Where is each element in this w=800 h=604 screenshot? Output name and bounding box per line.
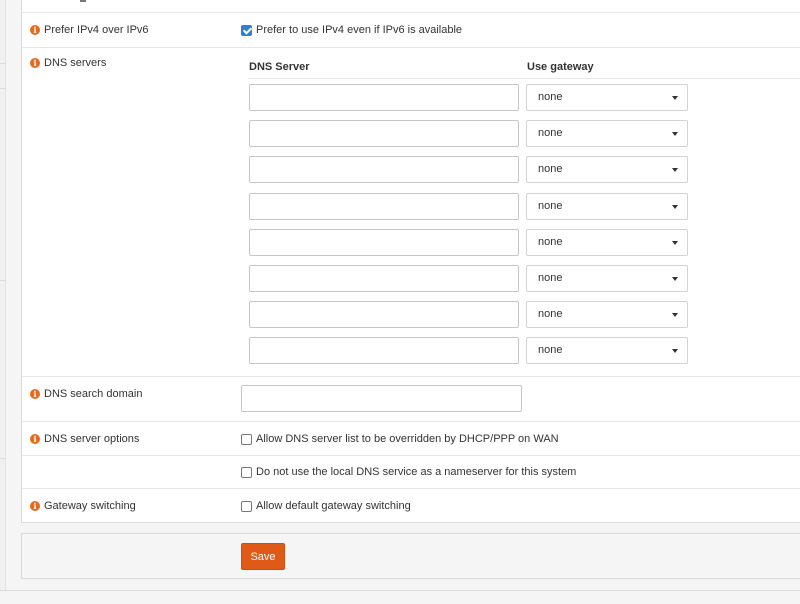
chevron-down-icon [672,205,678,209]
gateway-select-value: none [538,236,563,248]
gateway-switching-option: Allow default gateway switching [241,500,411,512]
prefer-ipv4-label: Prefer IPv4 over IPv6 [44,24,149,36]
info-icon[interactable]: i [30,434,40,444]
dns-server-input[interactable] [249,84,519,111]
left-sidebar-edge [0,0,6,590]
gateway-switching-row: i Gateway switching Allow default gatewa… [22,488,800,523]
dns-server-options-label: DNS server options [44,433,140,445]
sidebar-divider [0,63,6,64]
chevron-down-icon [672,277,678,281]
dns-server-options-label-group: i DNS server options [30,433,139,445]
gateway-switching-checkbox-label[interactable]: Allow default gateway switching [256,500,411,512]
gateway-select[interactable]: none [526,229,688,256]
dns-server-input[interactable] [249,156,519,183]
dns-local-service-checkbox[interactable] [241,466,252,478]
dns-search-domain-label-group: i DNS search domain [30,388,142,400]
gateway-switching-checkbox[interactable] [241,500,252,512]
chevron-down-icon [672,168,678,172]
dns-server-input[interactable] [249,229,519,256]
prefer-ipv4-row: i Prefer IPv4 over IPv6 Prefer to use IP… [22,12,800,47]
prefer-ipv4-checkbox[interactable] [241,24,252,36]
gateway-switching-label: Gateway switching [44,500,136,512]
prefer-ipv4-label-group: i Prefer IPv4 over IPv6 [30,24,149,36]
dns-local-service-row: Do not use the local DNS service as a na… [22,455,800,488]
gateway-select-value: none [538,163,563,175]
form-actions-bar: Save [21,533,800,579]
info-icon[interactable]: i [30,25,40,35]
gateway-select[interactable]: none [526,265,688,292]
dns-server-input[interactable] [249,193,519,220]
gateway-select-value: none [538,127,563,139]
gateway-select-value: none [538,344,563,356]
dns-table-header-divider [248,78,800,79]
gateway-select[interactable]: none [526,193,688,220]
settings-panel: i Prefer IPv4 over IPv6 Prefer to use IP… [21,0,800,523]
dns-server-input[interactable] [249,337,519,364]
chevron-down-icon [672,349,678,353]
dns-override-checkbox-label[interactable]: Allow DNS server list to be overridden b… [256,433,559,445]
gateway-select-value: none [538,308,563,320]
dns-servers-label: DNS servers [44,57,107,69]
gateway-select-value: none [538,91,563,103]
dns-search-domain-label: DNS search domain [44,388,143,400]
info-icon[interactable]: i [30,501,40,511]
gateway-select[interactable]: none [526,120,688,147]
dns-server-input[interactable] [249,265,519,292]
gateway-select[interactable]: none [526,301,688,328]
gateway-select-value: none [538,200,563,212]
chevron-down-icon [672,132,678,136]
info-icon[interactable]: i [30,58,40,68]
dns-server-options-row: i DNS server options Allow DNS server li… [22,421,800,455]
dns-search-domain-input[interactable] [241,385,522,412]
gateway-select[interactable]: none [526,84,688,111]
dns-local-service-option: Do not use the local DNS service as a na… [241,466,576,478]
dns-server-input[interactable] [249,120,519,147]
chevron-down-icon [672,96,678,100]
dns-server-column-header: DNS Server [249,61,310,73]
save-button[interactable]: Save [241,543,285,570]
use-gateway-column-header: Use gateway [527,61,594,73]
gateway-select[interactable]: none [526,156,688,183]
dns-server-input[interactable] [249,301,519,328]
chevron-down-icon [672,241,678,245]
prefer-ipv4-option: Prefer to use IPv4 even if IPv6 is avail… [241,24,462,36]
cut-off-text-fragment [80,0,86,2]
sidebar-divider [0,88,6,89]
info-icon[interactable]: i [30,389,40,399]
sidebar-divider [0,280,6,281]
gateway-select-value: none [538,272,563,284]
gateway-select[interactable]: none [526,337,688,364]
dns-servers-label-group: i DNS servers [30,57,106,69]
dns-override-checkbox[interactable] [241,433,252,445]
dns-override-option: Allow DNS server list to be overridden b… [241,433,559,445]
sidebar-divider [0,458,6,459]
gateway-switching-label-group: i Gateway switching [30,500,136,512]
prefer-ipv4-checkbox-label[interactable]: Prefer to use IPv4 even if IPv6 is avail… [256,24,462,36]
dns-local-service-checkbox-label[interactable]: Do not use the local DNS service as a na… [256,466,576,478]
chevron-down-icon [672,313,678,317]
page-bottom-divider [0,590,800,591]
